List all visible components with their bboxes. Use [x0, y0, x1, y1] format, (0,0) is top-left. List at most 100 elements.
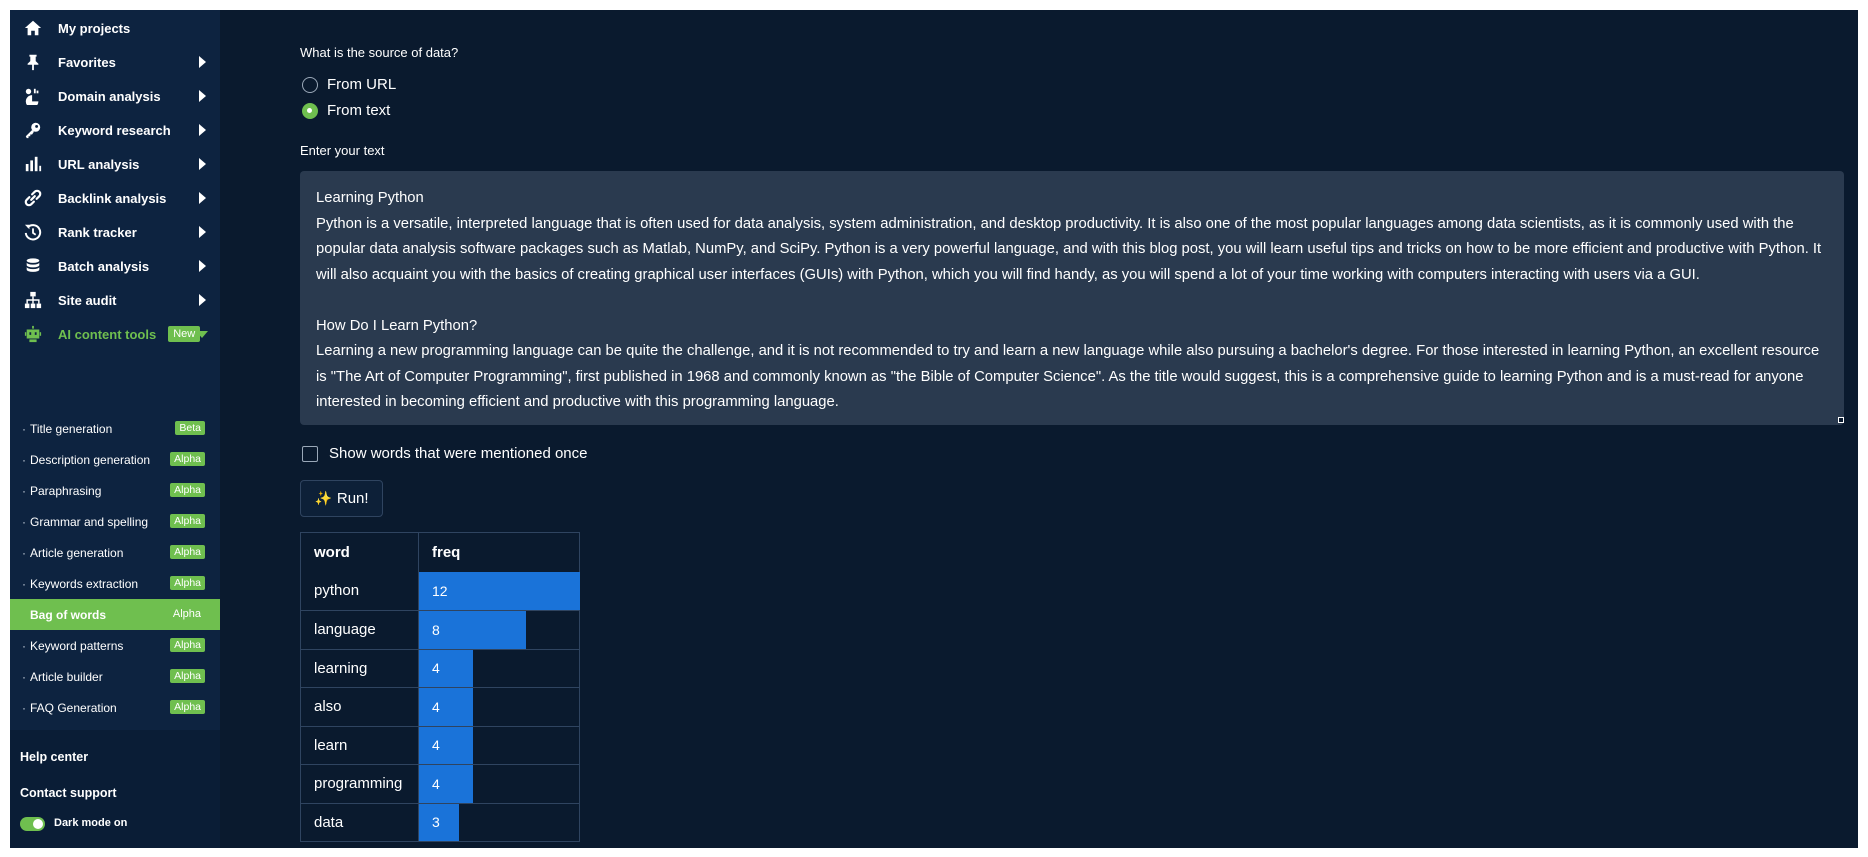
bullet-icon: ·: [22, 483, 26, 498]
bullet-icon: ·: [22, 700, 26, 715]
radio-button-checked[interactable]: [302, 102, 318, 119]
robot-icon: [22, 323, 44, 345]
caret-down-icon: [196, 331, 208, 338]
sub-item-article-builder[interactable]: · Article builder Alpha: [10, 661, 220, 692]
nav-label: Rank tracker: [58, 224, 137, 240]
dark-mode-toggle[interactable]: [20, 817, 45, 831]
sub-item-label: Bag of words: [30, 607, 107, 622]
word-cell: programming: [301, 765, 419, 803]
pin-icon: [22, 51, 44, 73]
radio-label: From URL: [327, 76, 397, 93]
nav-label: Keyword research: [58, 122, 171, 138]
freq-cell: 12: [419, 571, 580, 610]
status-badge: Beta: [175, 421, 205, 435]
status-badge: Alpha: [170, 545, 205, 559]
text-input-label: Enter your text: [300, 143, 385, 158]
radio-label: From text: [327, 102, 391, 119]
show-once-option[interactable]: Show words that were mentioned once: [302, 445, 587, 462]
results-table: word freq python 12 language 8 learning 4 also…: [300, 532, 580, 842]
freq-cell: 4: [419, 765, 579, 803]
caret-right-icon: [199, 90, 206, 102]
sub-item-keyword-patterns[interactable]: · Keyword patterns Alpha: [10, 630, 220, 661]
sub-item-article-generation[interactable]: · Article generation Alpha: [10, 537, 220, 568]
nav-label: Domain analysis: [58, 88, 161, 104]
word-cell: data: [301, 803, 419, 841]
caret-right-icon: [199, 158, 206, 170]
bar-chart-icon: [22, 153, 44, 175]
caret-right-icon: [199, 192, 206, 204]
word-cell: also: [301, 688, 419, 726]
sub-item-keywords-extraction[interactable]: · Keywords extraction Alpha: [10, 568, 220, 599]
freq-value: 4: [432, 775, 440, 792]
word-cell: learning: [301, 649, 419, 687]
resize-handle[interactable]: [1838, 417, 1844, 423]
sub-item-description-generation[interactable]: · Description generation Alpha: [10, 444, 220, 475]
radio-from-text[interactable]: From text: [302, 102, 390, 119]
nav-label: Batch analysis: [58, 258, 150, 274]
sub-item-paraphrasing[interactable]: · Paraphrasing Alpha: [10, 475, 220, 506]
sub-item-label: Keywords extraction: [30, 576, 139, 591]
freq-value: 4: [432, 698, 440, 715]
nav-label: Backlink analysis: [58, 190, 167, 206]
history-icon: [22, 221, 44, 243]
freq-value: 4: [432, 660, 440, 677]
show-once-checkbox[interactable]: [302, 445, 318, 462]
sub-item-faq-generation[interactable]: · FAQ Generation Alpha: [10, 692, 220, 723]
bullet-icon: ·: [22, 545, 26, 560]
database-icon: [22, 255, 44, 277]
sub-item-label: Title generation: [30, 421, 113, 436]
status-badge: Alpha: [170, 483, 205, 497]
help-center-link[interactable]: Help center: [20, 750, 88, 764]
sub-item-label: Description generation: [30, 452, 151, 467]
sub-item-label: Grammar and spelling: [30, 514, 149, 529]
freq-value: 3: [432, 814, 440, 831]
freq-value: 8: [432, 621, 440, 638]
sub-item-bag-of-words[interactable]: Bag of words Alpha: [10, 599, 220, 630]
radio-button[interactable]: [302, 76, 318, 93]
sub-item-label: Article generation: [30, 545, 124, 560]
sub-item-grammar-and-spelling[interactable]: · Grammar and spelling Alpha: [10, 506, 220, 537]
freq-cell: 4: [419, 649, 579, 687]
key-icon: [22, 119, 44, 141]
caret-right-icon: [199, 226, 206, 238]
status-badge: Alpha: [170, 576, 205, 590]
bullet-icon: ·: [22, 514, 26, 529]
toggle-knob: [33, 819, 43, 829]
caret-right-icon: [199, 124, 206, 136]
bullet-icon: ·: [22, 669, 26, 684]
source-question: What is the source of data?: [300, 45, 459, 60]
run-button[interactable]: ✨ Run!: [300, 480, 383, 517]
dark-mode-label: Dark mode on: [54, 817, 128, 829]
freq-value: 4: [432, 737, 440, 754]
radio-from-url[interactable]: From URL: [302, 76, 396, 93]
word-cell: learn: [301, 726, 419, 764]
sub-item-title-generation[interactable]: · Title generation Beta: [10, 413, 220, 444]
run-label: Run!: [336, 490, 369, 507]
status-badge: Alpha: [170, 700, 205, 714]
table-row: also 4: [301, 687, 579, 726]
nav-label: AI content tools: [58, 326, 157, 342]
sub-item-label: Article builder: [30, 669, 103, 684]
sub-item-label: Keyword patterns: [30, 638, 124, 653]
table-body: python 12 language 8 learning 4 also 4 learn 4 pro…: [301, 571, 580, 841]
freq-cell: 3: [419, 803, 579, 841]
table-header-row: word freq: [301, 533, 579, 572]
app-window: My projects Favorites Domain analysis Ke…: [10, 10, 1858, 848]
bullet-icon: ·: [22, 452, 26, 467]
text-input[interactable]: Learning Python Python is a versatile, i…: [300, 171, 1844, 425]
sub-item-label: FAQ Generation: [30, 700, 117, 715]
column-header-word[interactable]: word: [301, 533, 419, 572]
sitemap-icon: [22, 289, 44, 311]
caret-right-icon: [199, 56, 206, 68]
contact-support-link[interactable]: Contact support: [20, 786, 117, 800]
nav-ai-content-tools[interactable]: AI content tools New: [10, 314, 220, 354]
table-row: python 12: [301, 571, 580, 610]
column-header-freq[interactable]: freq: [419, 533, 579, 572]
sub-item-label: Paraphrasing: [30, 483, 102, 498]
status-badge: Alpha: [172, 608, 201, 620]
freq-cell: 8: [419, 611, 579, 649]
status-badge: Alpha: [170, 638, 205, 652]
word-cell: language: [301, 611, 419, 649]
sidebar: My projects Favorites Domain analysis Ke…: [10, 10, 220, 848]
status-badge: Alpha: [170, 514, 205, 528]
